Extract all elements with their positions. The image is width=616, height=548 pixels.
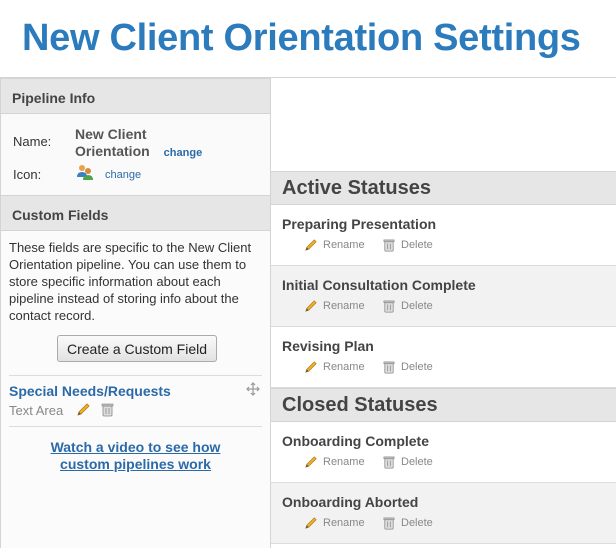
rename-button[interactable]: Rename — [304, 360, 365, 374]
change-icon-link[interactable]: change — [105, 169, 141, 181]
rename-label[interactable]: Rename — [323, 300, 365, 312]
pencil-icon[interactable] — [76, 402, 91, 422]
people-icon — [76, 164, 94, 186]
status-row: Initial Consultation Complete Rename Del… — [271, 266, 616, 327]
status-name: Initial Consultation Complete — [282, 277, 476, 293]
delete-label[interactable]: Delete — [401, 456, 433, 468]
status-name: Preparing Presentation — [282, 216, 437, 232]
pipeline-name-line2-text: Orientation — [75, 143, 150, 159]
pipeline-info-body: Name: New Client Orientation change Icon:… — [1, 114, 270, 195]
pencil-icon — [305, 517, 317, 529]
delete-label[interactable]: Delete — [401, 517, 433, 529]
trash-icon — [383, 361, 395, 374]
rename-button[interactable]: Rename — [304, 455, 365, 469]
pencil-icon — [305, 300, 317, 312]
delete-button[interactable]: Delete — [382, 455, 433, 469]
delete-label[interactable]: Delete — [401, 300, 433, 312]
video-link-line2[interactable]: custom pipelines work — [1, 456, 270, 473]
rename-button[interactable]: Rename — [304, 299, 365, 313]
watch-video-link[interactable]: Watch a video to see how custom pipeline… — [1, 439, 270, 473]
delete-label[interactable]: Delete — [401, 361, 433, 373]
custom-fields-header: Custom Fields — [1, 195, 270, 231]
status-row: Onboarding Aborted Rename Delete — [271, 483, 616, 544]
create-custom-field-button[interactable]: Create a Custom Field — [57, 335, 217, 362]
delete-button[interactable]: Delete — [382, 360, 433, 374]
pencil-icon — [305, 361, 317, 373]
video-link-line1[interactable]: Watch a video to see how — [1, 439, 270, 456]
status-name: Onboarding Aborted — [282, 494, 419, 510]
trash-icon[interactable] — [100, 402, 115, 422]
status-row: Revising Plan Rename Delete — [271, 327, 616, 388]
delete-button[interactable]: Delete — [382, 299, 433, 313]
divider — [9, 426, 262, 427]
closed-statuses-header: Closed Statuses — [271, 388, 616, 422]
rename-label[interactable]: Rename — [323, 361, 365, 373]
pipeline-name: New Client Orientation change — [75, 126, 202, 162]
trash-icon — [383, 456, 395, 469]
delete-button[interactable]: Delete — [382, 516, 433, 530]
change-name-link[interactable]: change — [164, 147, 203, 159]
page-title: New Client Orientation Settings — [0, 0, 616, 78]
trash-icon — [383, 239, 395, 252]
rename-label[interactable]: Rename — [323, 456, 365, 468]
custom-field-type: Text Area — [9, 403, 64, 418]
custom-field-row: Special Needs/Requests Text Area — [1, 376, 270, 426]
rename-label[interactable]: Rename — [323, 239, 365, 251]
rename-button[interactable]: Rename — [304, 238, 365, 252]
rename-label[interactable]: Rename — [323, 517, 365, 529]
status-row: Onboarding Complete Rename Delete — [271, 422, 616, 483]
statuses-panel: Active Statuses Preparing Presentation R… — [271, 78, 616, 548]
custom-field-name[interactable]: Special Needs/Requests — [9, 383, 171, 399]
rename-button[interactable]: Rename — [304, 516, 365, 530]
pipeline-name-line2: Orientation change — [75, 143, 202, 162]
status-name: Onboarding Complete — [282, 433, 429, 449]
delete-button[interactable]: Delete — [382, 238, 433, 252]
status-name: Revising Plan — [282, 338, 374, 354]
pipeline-name-line1: New Client — [75, 126, 147, 142]
move-handle-icon[interactable] — [246, 382, 260, 401]
custom-fields-description: These fields are specific to the New Cli… — [9, 240, 252, 323]
pencil-icon — [305, 456, 317, 468]
active-statuses-header: Active Statuses — [271, 171, 616, 205]
trash-icon — [383, 517, 395, 530]
trash-icon — [383, 300, 395, 313]
delete-label[interactable]: Delete — [401, 239, 433, 251]
pipeline-info-header: Pipeline Info — [1, 78, 270, 114]
icon-label: Icon: — [13, 167, 42, 182]
sidebar: Pipeline Info Name: New Client Orientati… — [0, 78, 271, 548]
name-label: Name: — [13, 134, 52, 149]
status-row: Preparing Presentation Rename Delete — [271, 205, 616, 266]
pencil-icon — [305, 239, 317, 251]
